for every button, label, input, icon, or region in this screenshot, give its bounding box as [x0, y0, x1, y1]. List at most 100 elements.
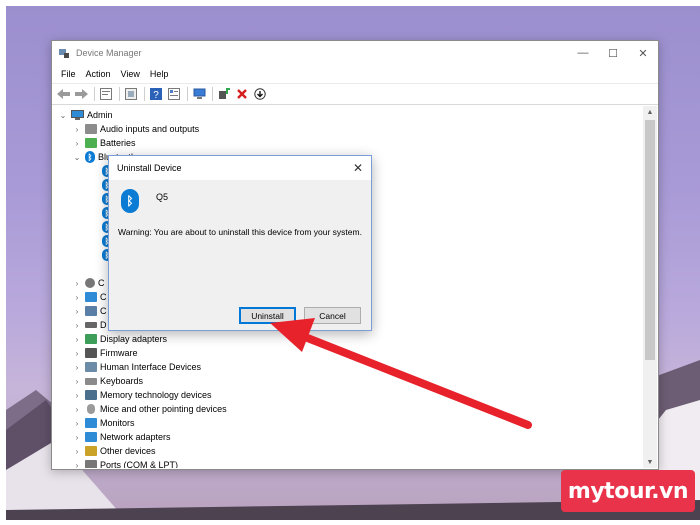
tree-item-label: Batteries [100, 138, 136, 148]
speaker-icon [85, 124, 97, 134]
tree-item-controllers[interactable]: › C [72, 304, 107, 318]
firmware-icon [85, 348, 97, 358]
tree-item-label: Ports (COM & LPT) [100, 460, 179, 468]
uninstall-icon[interactable] [234, 86, 250, 102]
tree-item-audio[interactable]: › Audio inputs and outputs [72, 122, 199, 136]
toolbar-separator [144, 87, 145, 101]
tree-item-label: Audio inputs and outputs [100, 124, 200, 134]
device-name: Q5 [156, 192, 169, 202]
display-icon [85, 334, 97, 344]
scan-icon[interactable] [191, 86, 207, 102]
chevron-right-icon[interactable]: › [72, 349, 82, 358]
menu-view[interactable]: View [116, 69, 145, 79]
chevron-down-icon[interactable]: ⌄ [58, 111, 68, 120]
tree-item-label: D [100, 320, 107, 330]
bluetooth-icon: ᛒ [85, 151, 95, 163]
cancel-button[interactable]: Cancel [304, 307, 361, 324]
keyboard-icon [85, 377, 97, 385]
hid-icon [85, 362, 97, 372]
tree-item-computer[interactable]: › C [72, 290, 107, 304]
tree-item-label: C [100, 306, 107, 316]
toolbar-separator [187, 87, 188, 101]
device-manager-icon [59, 49, 69, 58]
menu-action[interactable]: Action [81, 69, 116, 79]
help-icon[interactable]: ? [148, 86, 164, 102]
download-icon[interactable] [252, 86, 268, 102]
tree-item-monitors[interactable]: › Monitors [72, 416, 135, 430]
disk-icon [85, 322, 97, 328]
computer-icon [85, 292, 97, 302]
forward-icon[interactable] [73, 86, 89, 102]
camera-icon [85, 278, 95, 288]
chevron-right-icon[interactable]: › [72, 377, 82, 386]
chevron-right-icon[interactable]: › [72, 321, 82, 330]
tree-item-other[interactable]: › Other devices [72, 444, 156, 458]
menu-file[interactable]: File [56, 69, 81, 79]
network-icon [85, 432, 97, 442]
scrollbar-thumb[interactable] [645, 120, 655, 360]
tree-item-firmware[interactable]: › Firmware [72, 346, 138, 360]
tree-item-label: Display adapters [100, 334, 168, 344]
scroll-up-icon[interactable]: ▲ [643, 106, 657, 118]
tree-item-label: Human Interface Devices [100, 362, 202, 372]
watermark-logo: mytour.vn [561, 470, 695, 512]
tree-item-label: Monitors [100, 418, 135, 428]
vertical-scrollbar[interactable]: ▲ ▼ [643, 106, 657, 468]
tree-item-disk[interactable]: › D [72, 318, 107, 332]
tree-item-display[interactable]: › Display adapters [72, 332, 167, 346]
chevron-right-icon[interactable]: › [72, 391, 82, 400]
details-icon[interactable] [166, 86, 182, 102]
add-driver-icon[interactable] [216, 86, 232, 102]
tree-item-label: Memory technology devices [100, 390, 212, 400]
chevron-right-icon[interactable]: › [72, 139, 82, 148]
back-icon[interactable] [55, 86, 71, 102]
dialog-close-button[interactable]: ✕ [345, 156, 371, 180]
toolbar-separator [212, 87, 213, 101]
chevron-right-icon[interactable]: › [72, 335, 82, 344]
tree-root[interactable]: ⌄ Admin [58, 108, 113, 122]
tree-item-cameras[interactable]: › C [72, 276, 105, 290]
tree-item-ports[interactable]: › Ports (COM & LPT) [72, 458, 178, 468]
uninstall-device-dialog: Uninstall Device ✕ ᛒ Q5 Warning: You are… [108, 155, 372, 331]
chevron-right-icon[interactable]: › [72, 405, 82, 414]
chevron-right-icon[interactable]: › [72, 461, 82, 469]
tree-item-mice[interactable]: › Mice and other pointing devices [72, 402, 227, 416]
chevron-right-icon[interactable]: › [72, 307, 82, 316]
tree-root-label: Admin [87, 110, 113, 120]
menu-help[interactable]: Help [145, 69, 174, 79]
uninstall-button[interactable]: Uninstall [239, 307, 296, 324]
tree-item-batteries[interactable]: › Batteries [72, 136, 136, 150]
chevron-right-icon[interactable]: › [72, 447, 82, 456]
chevron-right-icon[interactable]: › [72, 419, 82, 428]
tree-item-label: Other devices [100, 446, 156, 456]
monitor-icon [85, 418, 97, 428]
battery-icon [85, 138, 97, 148]
title-bar: Device Manager — ☐ ✕ [52, 41, 658, 65]
chevron-right-icon[interactable]: › [72, 125, 82, 134]
controller-icon [85, 306, 97, 316]
tree-item-hid[interactable]: › Human Interface Devices [72, 360, 201, 374]
warning-text: Warning: You are about to uninstall this… [118, 227, 362, 237]
tree-item-keyboards[interactable]: › Keyboards [72, 374, 143, 388]
chevron-down-icon[interactable]: ⌄ [72, 153, 82, 162]
toolbar-separator [119, 87, 120, 101]
tree-item-label: Firmware [100, 348, 138, 358]
tree-item-network[interactable]: › Network adapters [72, 430, 171, 444]
port-icon [85, 460, 97, 468]
scroll-down-icon[interactable]: ▼ [643, 456, 657, 468]
tree-item-label: C [98, 278, 105, 288]
chevron-right-icon[interactable]: › [72, 363, 82, 372]
close-button[interactable]: ✕ [628, 41, 658, 65]
maximize-button[interactable]: ☐ [598, 41, 628, 65]
update-icon[interactable] [123, 86, 139, 102]
chevron-right-icon[interactable]: › [72, 279, 82, 288]
properties-icon[interactable] [98, 86, 114, 102]
bluetooth-icon: ᛒ [121, 189, 139, 213]
tree-item-label: C [100, 292, 107, 302]
minimize-button[interactable]: — [568, 41, 598, 65]
toolbar-separator [94, 87, 95, 101]
chevron-right-icon[interactable]: › [72, 433, 82, 442]
tree-item-memory[interactable]: › Memory technology devices [72, 388, 212, 402]
dialog-body: ᛒ Q5 Warning: You are about to uninstall… [109, 180, 371, 330]
chevron-right-icon[interactable]: › [72, 293, 82, 302]
